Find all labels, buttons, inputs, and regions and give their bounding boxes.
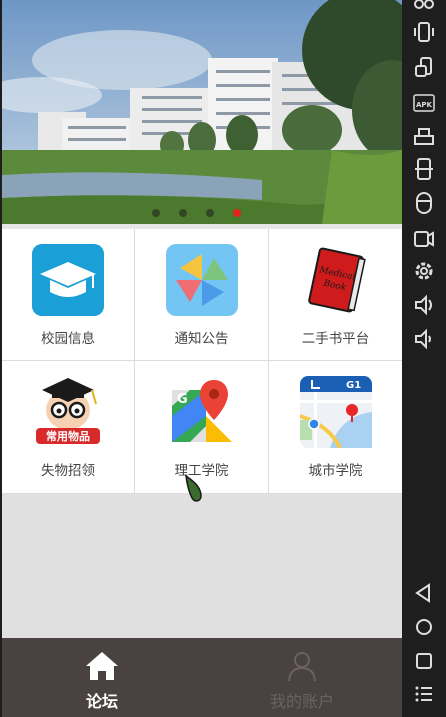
- content-area: [2, 494, 402, 638]
- vibrate-icon[interactable]: [411, 19, 437, 45]
- mouse-icon[interactable]: [411, 190, 437, 216]
- user-icon: [288, 652, 316, 682]
- phone-screen: 校园信息 通知公告 Medical Book 二手书平台 常用物品 失物招领 G…: [2, 0, 402, 717]
- carousel-dot-active[interactable]: [233, 209, 241, 217]
- grid-item-lost-found[interactable]: 常用物品 失物招领: [2, 361, 135, 494]
- grid-item-label: 失物招领: [41, 463, 95, 479]
- settings-icon[interactable]: [411, 258, 437, 284]
- tab-my-account[interactable]: 我的账户: [202, 638, 402, 717]
- screenshot-icon[interactable]: [411, 156, 437, 182]
- grid-item-campus-info[interactable]: 校园信息: [2, 229, 135, 361]
- pointer-cursor-icon: [185, 474, 202, 502]
- common-items-tag: 常用物品: [46, 429, 90, 443]
- carousel-dot[interactable]: [206, 209, 214, 217]
- svg-text:G: G: [177, 392, 188, 407]
- back-icon[interactable]: [411, 580, 437, 606]
- carousel-dot[interactable]: [152, 209, 160, 217]
- grid-item-city-college[interactable]: G1 城市学院: [269, 361, 402, 494]
- rotate-icon[interactable]: [411, 54, 437, 80]
- volume-up-icon[interactable]: [411, 292, 437, 318]
- city-map-icon: G1: [299, 376, 372, 448]
- city-map-road-label: G1: [346, 380, 361, 391]
- grid-item-used-books[interactable]: Medical Book 二手书平台: [269, 229, 402, 361]
- medical-book-icon: Medical Book: [307, 247, 366, 313]
- menu-icon[interactable]: [411, 681, 437, 707]
- home-icon: [86, 652, 118, 680]
- pinwheel-icon: [165, 244, 238, 316]
- video-record-icon[interactable]: [411, 225, 437, 251]
- banner-carousel[interactable]: [2, 0, 402, 224]
- ruler-icon[interactable]: [411, 124, 437, 150]
- grid-item-label: 二手书平台: [301, 331, 370, 347]
- campus-photo: [2, 0, 402, 224]
- tab-label: 论坛: [85, 692, 118, 711]
- grid-item-notice[interactable]: 通知公告: [135, 229, 269, 361]
- grid-item-label: 城市学院: [308, 463, 363, 479]
- tab-forum[interactable]: 论坛: [2, 638, 202, 717]
- graduation-cap-icon: [32, 244, 104, 316]
- apk-install-icon[interactable]: APK: [411, 89, 437, 115]
- grid-item-label: 通知公告: [174, 331, 229, 347]
- tab-label: 我的账户: [269, 692, 334, 711]
- feature-grid: 校园信息 通知公告 Medical Book 二手书平台 常用物品 失物招领 G…: [2, 229, 402, 494]
- common-items-mascot-icon: 常用物品: [36, 378, 100, 444]
- apk-label: APK: [416, 101, 433, 109]
- maps-pin-icon: G: [171, 380, 232, 442]
- bottom-tab-bar: 论坛 我的账户: [2, 638, 402, 717]
- grid-item-label: 校园信息: [41, 331, 95, 347]
- carousel-dot[interactable]: [179, 209, 187, 217]
- carousel-indicator: [152, 209, 241, 217]
- recents-icon[interactable]: [411, 648, 437, 674]
- volume-down-icon[interactable]: [411, 326, 437, 352]
- emulator-toolbar: APK: [402, 0, 446, 717]
- scissors-icon[interactable]: [411, 0, 437, 20]
- home-circle-icon[interactable]: [411, 614, 437, 640]
